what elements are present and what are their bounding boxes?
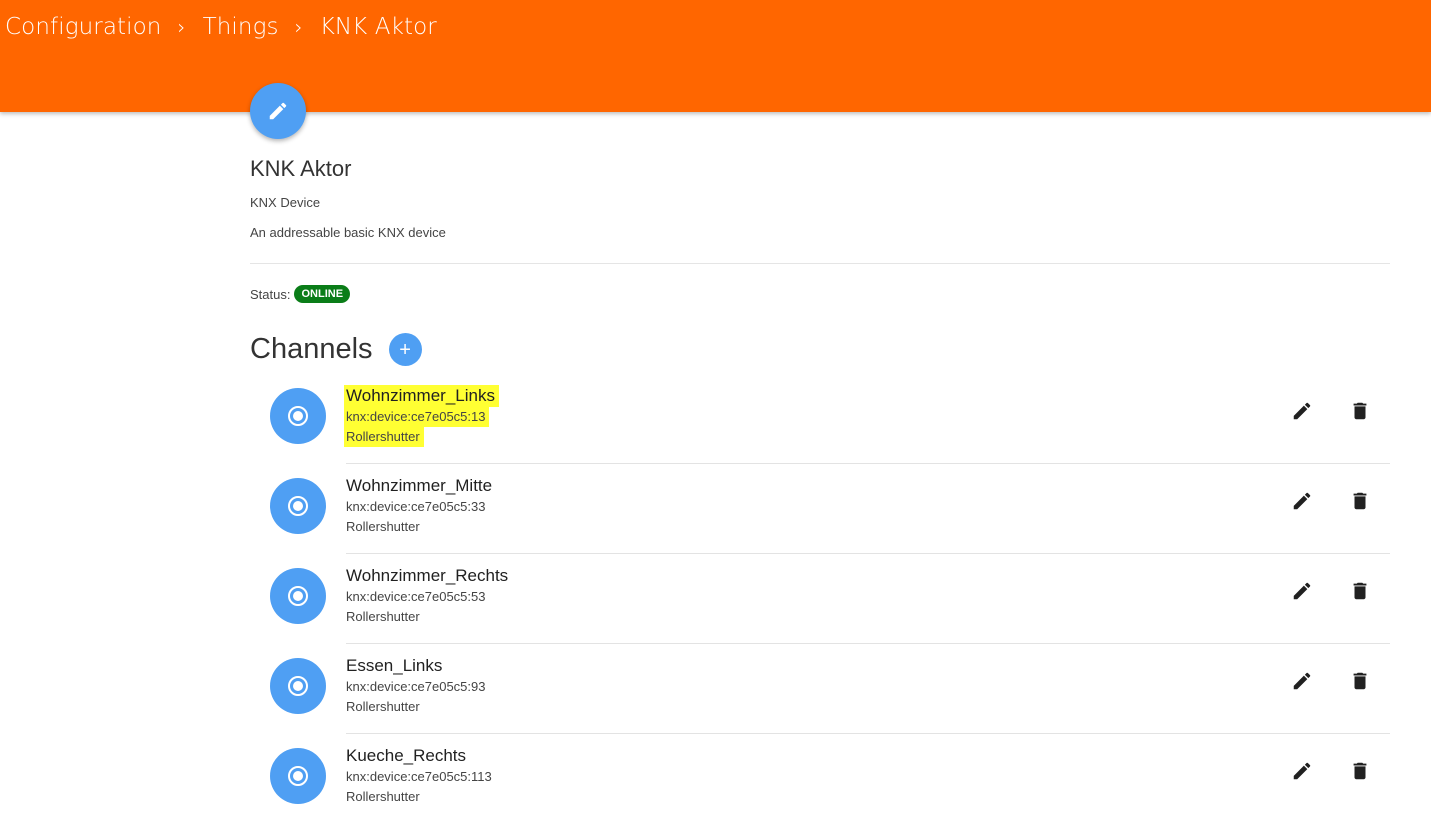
breadcrumb: Configuration › Things › KNK Aktor bbox=[5, 12, 437, 42]
channel-type: Rollershutter bbox=[346, 519, 420, 534]
delete-channel-button[interactable] bbox=[1348, 759, 1372, 783]
pencil-icon bbox=[1293, 402, 1311, 420]
breadcrumb-separator: › bbox=[294, 15, 303, 39]
channel-type: Rollershutter bbox=[346, 789, 420, 804]
breadcrumb-separator: › bbox=[177, 15, 186, 39]
channel-actions bbox=[1290, 399, 1372, 423]
channels-title: Channels bbox=[250, 333, 373, 365]
channel-uid: knx:device:ce7e05c5:33 bbox=[346, 499, 486, 514]
delete-channel-button[interactable] bbox=[1348, 399, 1372, 423]
edit-channel-button[interactable] bbox=[1290, 579, 1314, 603]
thing-title: KNK Aktor bbox=[250, 156, 352, 181]
status-badge: ONLINE bbox=[294, 285, 351, 303]
channel-avatar bbox=[270, 748, 326, 804]
channel-name: Wohnzimmer_Links bbox=[344, 385, 499, 407]
channel-name: Wohnzimmer_Rechts bbox=[346, 566, 509, 585]
radio-button-checked-icon bbox=[288, 406, 308, 426]
edit-channel-button[interactable] bbox=[1290, 759, 1314, 783]
channel-list-item[interactable]: Wohnzimmer_Rechts knx:device:ce7e05c5:53… bbox=[250, 553, 1390, 643]
channel-type: Rollershutter bbox=[346, 609, 420, 624]
thing-description: An addressable basic KNX device bbox=[250, 225, 446, 240]
channel-name: Kueche_Rechts bbox=[346, 746, 467, 765]
add-channel-button[interactable]: + bbox=[388, 333, 422, 366]
channel-avatar bbox=[270, 658, 326, 714]
pencil-icon bbox=[1293, 582, 1311, 600]
radio-button-checked-icon bbox=[288, 676, 308, 696]
channel-avatar bbox=[270, 388, 326, 444]
breadcrumb-things[interactable]: Things bbox=[203, 14, 279, 40]
channel-type: Rollershutter bbox=[344, 427, 424, 447]
channel-actions bbox=[1290, 489, 1372, 513]
radio-button-checked-icon bbox=[288, 586, 308, 606]
channel-actions bbox=[1290, 669, 1372, 693]
channel-text: Wohnzimmer_Mitte knx:device:ce7e05c5:33 … bbox=[346, 475, 492, 537]
edit-channel-button[interactable] bbox=[1290, 669, 1314, 693]
channel-name: Essen_Links bbox=[346, 656, 443, 675]
trash-icon bbox=[1353, 672, 1367, 690]
pencil-icon bbox=[269, 102, 287, 120]
status-label: Status: bbox=[250, 286, 291, 302]
channel-type: Rollershutter bbox=[346, 699, 420, 714]
divider bbox=[250, 263, 1390, 264]
channel-uid: knx:device:ce7e05c5:13 bbox=[344, 407, 490, 427]
channel-uid: knx:device:ce7e05c5:113 bbox=[346, 769, 492, 784]
channel-list-item[interactable]: Kueche_Rechts knx:device:ce7e05c5:113 Ro… bbox=[250, 733, 1390, 823]
channel-uid: knx:device:ce7e05c5:93 bbox=[346, 679, 486, 694]
channels-header: Channels + bbox=[250, 333, 422, 366]
status-row: Status: ONLINE bbox=[250, 285, 351, 303]
channel-text: Wohnzimmer_Rechts knx:device:ce7e05c5:53… bbox=[346, 565, 508, 627]
delete-channel-button[interactable] bbox=[1348, 669, 1372, 693]
channel-avatar bbox=[270, 568, 326, 624]
channel-list: Wohnzimmer_Links knx:device:ce7e05c5:13 … bbox=[250, 373, 1390, 823]
thing-type: KNX Device bbox=[250, 195, 321, 210]
trash-icon bbox=[1353, 582, 1367, 600]
channel-text: Kueche_Rechts knx:device:ce7e05c5:113 Ro… bbox=[346, 745, 492, 807]
channel-text: Wohnzimmer_Links knx:device:ce7e05c5:13 … bbox=[344, 385, 499, 447]
radio-button-checked-icon bbox=[288, 496, 308, 516]
plus-icon: + bbox=[399, 338, 411, 361]
channel-actions bbox=[1290, 759, 1372, 783]
edit-channel-button[interactable] bbox=[1290, 399, 1314, 423]
channel-list-item[interactable]: Wohnzimmer_Mitte knx:device:ce7e05c5:33 … bbox=[250, 463, 1390, 553]
trash-icon bbox=[1353, 402, 1367, 420]
channel-list-item[interactable]: Essen_Links knx:device:ce7e05c5:93 Rolle… bbox=[250, 643, 1390, 733]
header-bar: Configuration › Things › KNK Aktor bbox=[0, 0, 1431, 112]
channel-avatar bbox=[270, 478, 326, 534]
edit-thing-button[interactable] bbox=[250, 83, 306, 139]
channel-actions bbox=[1290, 579, 1372, 603]
delete-channel-button[interactable] bbox=[1348, 489, 1372, 513]
channel-uid: knx:device:ce7e05c5:53 bbox=[346, 589, 486, 604]
channel-name: Wohnzimmer_Mitte bbox=[346, 476, 493, 495]
channel-list-item[interactable]: Wohnzimmer_Links knx:device:ce7e05c5:13 … bbox=[250, 373, 1390, 463]
pencil-icon bbox=[1293, 672, 1311, 690]
radio-button-checked-icon bbox=[288, 766, 308, 786]
trash-icon bbox=[1353, 762, 1367, 780]
pencil-icon bbox=[1293, 492, 1311, 510]
trash-icon bbox=[1353, 492, 1367, 510]
breadcrumb-current: KNK Aktor bbox=[319, 14, 437, 40]
breadcrumb-configuration[interactable]: Configuration bbox=[5, 14, 161, 40]
edit-channel-button[interactable] bbox=[1290, 489, 1314, 513]
channel-text: Essen_Links knx:device:ce7e05c5:93 Rolle… bbox=[346, 655, 485, 717]
pencil-icon bbox=[1293, 762, 1311, 780]
delete-channel-button[interactable] bbox=[1348, 579, 1372, 603]
